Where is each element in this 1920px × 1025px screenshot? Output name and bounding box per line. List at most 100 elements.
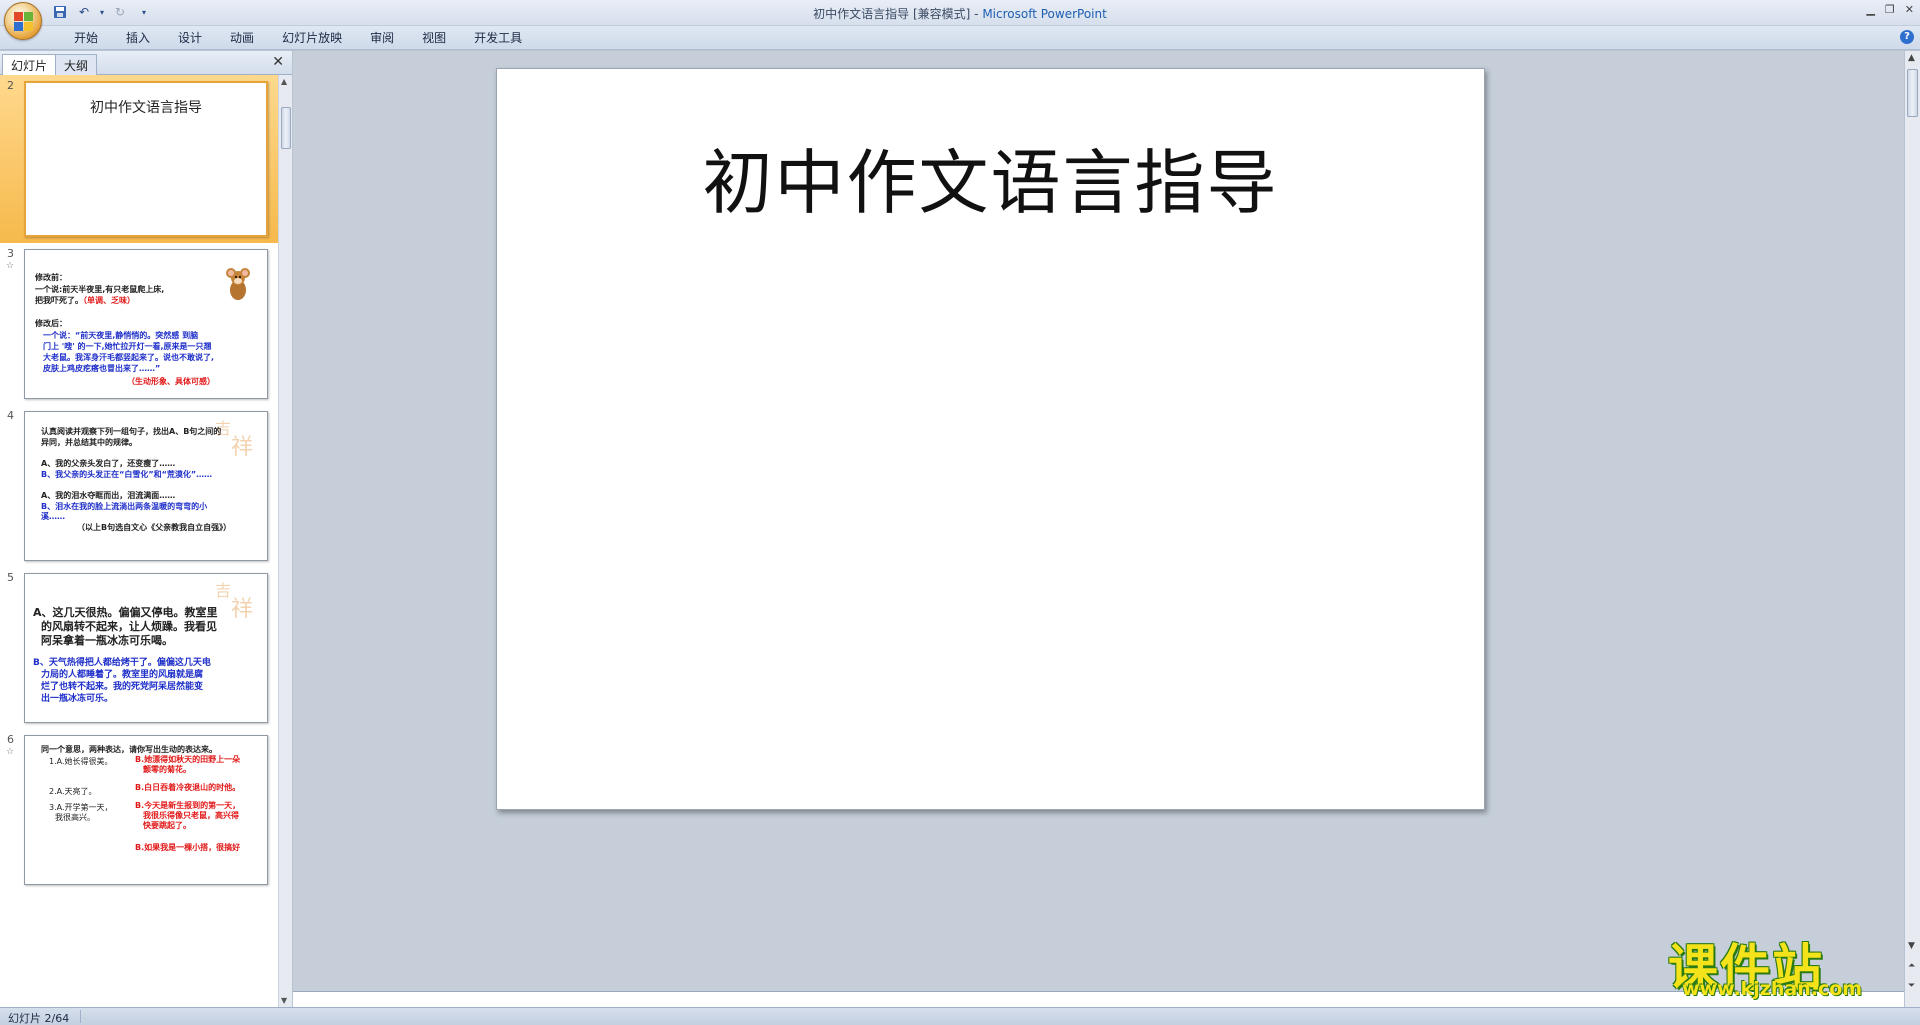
mouse-cartoon-icon <box>226 268 250 300</box>
thumb-text: B.如果我是一棵小搭，很搞好 <box>135 843 241 852</box>
thumb-text: 溪…… <box>41 512 65 521</box>
close-icon[interactable]: ✕ <box>1905 3 1914 16</box>
thumb-text: 力局的人都睡着了。教室里的风扇就是腐 <box>41 670 204 680</box>
title-bar: ↶ ▾ ↻ ▾ 初中作文语言指导 [兼容模式] - Microsoft Powe… <box>0 0 1920 40</box>
thumb-text: 阿呆拿着一瓶冰冻可乐喝。 <box>41 634 173 647</box>
restore-icon[interactable]: ❐ <box>1885 3 1895 16</box>
tab-slideshow[interactable]: 幻灯片放映 <box>268 30 356 46</box>
tab-home[interactable]: 开始 <box>60 30 112 46</box>
thumb-text: 皮肤上鸡皮疙瘩也冒出来了……” <box>43 364 161 373</box>
status-divider <box>80 1010 81 1023</box>
thumb-text: 1.A.她长得很美。 <box>49 757 113 766</box>
slide-number: 6 <box>7 733 14 746</box>
tab-slides[interactable]: 幻灯片 <box>2 54 57 75</box>
thumb-text: 一个说:前天半夜里,有只老鼠爬上床, <box>35 285 165 294</box>
next-slide-icon[interactable]: ⏷ <box>1908 981 1915 991</box>
thumb-text: （生动形象、具体可感） <box>127 377 215 386</box>
tab-insert[interactable]: 插入 <box>112 30 164 46</box>
office-logo-icon <box>14 12 34 32</box>
ribbon-tabs: 开始 插入 设计 动画 幻灯片放映 审阅 视图 开发工具 <box>60 30 536 46</box>
thumbnail-preview: 吉 祥 A、这几天很热。偏偏又停电。教室里 的风扇转不起来，让人烦躁。我看见 阿… <box>24 573 268 723</box>
thumb-text: B、天气热得把人都给烤干了。偏偏这几天电 <box>33 658 211 668</box>
help-icon[interactable]: ? <box>1900 30 1914 44</box>
svg-text:吉: 吉 <box>215 581 231 600</box>
thumb-text-red: （单调、乏味） <box>83 296 135 305</box>
slide-number: 2 <box>7 79 14 92</box>
tab-view[interactable]: 视图 <box>408 30 460 46</box>
thumbnail-preview: 初中作文语言指导 <box>24 81 268 237</box>
thumbnail-preview: 同一个意思，两种表达，请你写出生动的表达来。 1.A.她长得很美。 B.她漂得如… <box>24 735 268 885</box>
animation-star-icon: ☆ <box>6 261 15 271</box>
slides-pane: 幻灯片 大纲 ✕ 2 初中作文语言指导 3 ☆ 修改前： 一个说:前天半夜里,有… <box>0 51 292 1007</box>
thumb-text: 出一瓶冰冻可乐。 <box>41 694 114 704</box>
slide-title[interactable]: 初中作文语言指导 <box>497 127 1484 228</box>
thumb-text: A、这几天很热。偏偏又停电。教室里 <box>33 606 218 619</box>
thumb-text: 把我吓死了。（单调、乏味） <box>35 295 135 306</box>
scroll-down-icon[interactable]: ▼ <box>281 996 287 1005</box>
tab-developer[interactable]: 开发工具 <box>460 30 536 46</box>
thumbnail-preview: 修改前： 一个说:前天半夜里,有只老鼠爬上床, 把我吓死了。（单调、乏味） 修改… <box>24 249 268 399</box>
svg-text:祥: 祥 <box>231 435 253 458</box>
tab-review[interactable]: 审阅 <box>356 30 408 46</box>
slide-scrollbar[interactable]: ▲ ▼ ⏶ ⏷ <box>1904 51 1920 1007</box>
thumbnail-slide-2[interactable]: 2 初中作文语言指导 <box>0 75 278 243</box>
thumb-text: 门上 '嗖' 的一下,她忙拉开灯一看,原来是一只翘 <box>43 342 212 351</box>
thumbnail-title: 初中作文语言指导 <box>90 100 202 116</box>
slide-number: 3 <box>7 247 14 260</box>
tab-outline[interactable]: 大纲 <box>55 54 98 75</box>
slide-counter: 幻灯片 2/64 <box>8 1012 70 1025</box>
decorative-calligraphy-icon: 吉 祥 <box>215 581 253 620</box>
slide-number: 5 <box>7 571 14 584</box>
thumb-text: B.白日吞着冷夜退山的时他。 <box>135 783 241 792</box>
scroll-down-icon[interactable]: ▼ <box>1908 941 1915 951</box>
decorative-calligraphy-icon: 吉 祥 <box>215 419 253 458</box>
thumb-text: 我很高兴。 <box>55 813 95 822</box>
thumbnail-slide-6[interactable]: 6 ☆ 同一个意思，两种表达，请你写出生动的表达来。 1.A.她长得很美。 B.… <box>0 729 278 891</box>
thumbnail-slide-3[interactable]: 3 ☆ 修改前： 一个说:前天半夜里,有只老鼠爬上床, 把我吓死了。（单调、乏味… <box>0 243 278 405</box>
document-title: 初中作文语言指导 [兼容模式] <box>813 7 971 21</box>
thumb-text: 异同，并总结其中的规律。 <box>41 438 137 447</box>
thumb-text: B、我父亲的头发正在“白雪化”和“荒漠化”…… <box>41 470 213 479</box>
pane-tabs: 幻灯片 大纲 ✕ <box>0 51 292 75</box>
thumb-text: 大老鼠。我浑身汗毛都竖起来了。说也不敢说了, <box>43 353 215 362</box>
minimize-icon[interactable]: ▁ <box>1866 3 1874 16</box>
thumb-text: 修改后： <box>35 319 67 328</box>
thumb-text: 颤零的菊花。 <box>143 765 191 774</box>
animation-star-icon: ☆ <box>6 747 15 757</box>
thumb-text: 烂了也转不起来。我的死党阿呆居然能变 <box>41 682 204 692</box>
thumb-text: 快要跳起了。 <box>143 821 191 830</box>
thumb-text: A、我的父亲头发白了，还变瘦了…… <box>41 459 176 468</box>
thumb-text: （以上B句选自文心《父亲教我自立自强》） <box>77 523 232 532</box>
thumbnail-slide-4[interactable]: 4 吉 祥 认真阅读并观察下列一组句子，找出A、B句之间的 异同，并总结其中的规… <box>0 405 278 567</box>
tab-animations[interactable]: 动画 <box>216 30 268 46</box>
title-separator: - <box>970 7 983 21</box>
window-title: 初中作文语言指导 [兼容模式] - Microsoft PowerPoint <box>0 5 1920 22</box>
previous-slide-icon[interactable]: ⏶ <box>1908 961 1915 971</box>
slide-number: 4 <box>7 409 14 422</box>
watermark-url: www.kjzhan.com <box>1682 978 1863 1000</box>
scrollbar-thumb[interactable] <box>281 107 291 149</box>
status-bar: 幻灯片 2/64 <box>0 1007 1920 1025</box>
thumb-text: 2.A.天亮了。 <box>49 787 97 796</box>
app-name: Microsoft PowerPoint <box>982 7 1107 21</box>
notes-pane[interactable] <box>293 991 1904 1007</box>
ribbon: 开始 插入 设计 动画 幻灯片放映 审阅 视图 开发工具 ? <box>0 26 1920 50</box>
tab-design[interactable]: 设计 <box>164 30 216 46</box>
current-slide[interactable]: 初中作文语言指导 <box>496 68 1485 810</box>
thumb-text: A、我的泪水夺眶而出，泪流满面…… <box>41 491 176 500</box>
scrollbar-thumb[interactable] <box>1907 69 1918 117</box>
thumb-text: 认真阅读并观察下列一组句子，找出A、B句之间的 <box>41 427 222 436</box>
thumb-text: 一个说：“前天夜里,静悄悄的。突然感 到脑 <box>43 331 199 340</box>
window-controls: ▁ ❐ ✕ <box>1866 3 1914 16</box>
scroll-up-icon[interactable]: ▲ <box>281 77 287 86</box>
thumbnail-slide-5[interactable]: 5 吉 祥 A、这几天很热。偏偏又停电。教室里 的风扇转不起来，让人烦躁。我看见… <box>0 567 278 729</box>
thumbnail-scrollbar[interactable]: ▲ ▼ <box>278 75 292 1007</box>
scroll-up-icon[interactable]: ▲ <box>1908 53 1915 63</box>
thumb-text: B、泪水在我的脸上流淌出两条温暖的弯弯的小 <box>41 502 208 511</box>
thumb-text: 的风扇转不起来，让人烦躁。我看见 <box>41 620 217 633</box>
close-pane-icon[interactable]: ✕ <box>272 54 284 70</box>
office-button[interactable] <box>4 2 42 40</box>
thumbnail-list: 2 初中作文语言指导 3 ☆ 修改前： 一个说:前天半夜里,有只老鼠爬上床, 把… <box>0 75 280 1007</box>
slide-edit-area: 初中作文语言指导 <box>293 51 1904 991</box>
thumb-text-span: 把我吓死了。 <box>35 296 83 305</box>
